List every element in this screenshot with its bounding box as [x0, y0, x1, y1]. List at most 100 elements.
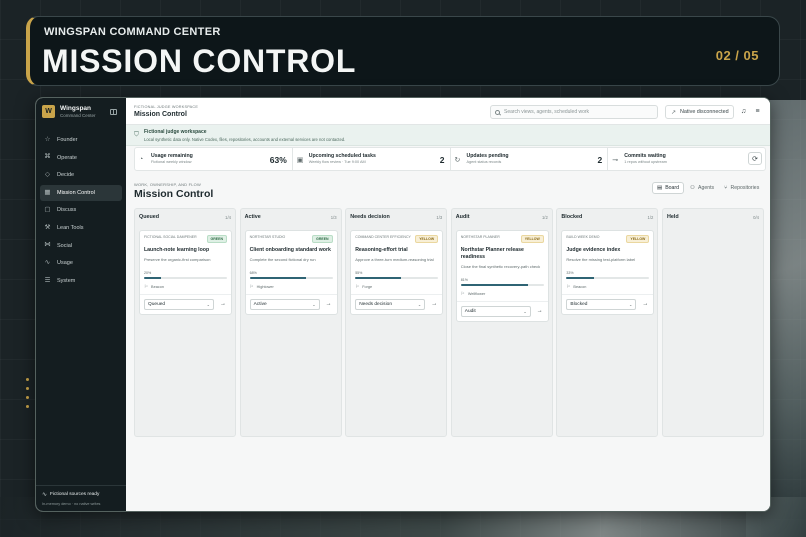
stat-subtitle: Fictional weekly window	[151, 160, 192, 164]
tab-board[interactable]: ▤ Board	[652, 182, 685, 194]
advance-arrow-button[interactable]: →	[220, 301, 226, 307]
stat-subtitle: 1 repos without upstream	[624, 160, 667, 164]
task-card[interactable]: NORTHSTAR STUDIO GREEN Client onboarding s…	[244, 230, 338, 315]
wrench-icon: ⚒	[44, 223, 51, 231]
chevron-down-icon: ⌄	[206, 301, 210, 307]
sources-status: Fictional sources ready	[50, 492, 100, 497]
notice-title: Fictional judge workspace	[144, 129, 207, 135]
bell-icon[interactable]: ♫	[738, 106, 749, 117]
column-count: 1/2	[647, 215, 654, 220]
sidebar-item-label: Operate	[57, 154, 77, 161]
main-panel: FICTIONAL JUDGE WORKSPACE Mission Contro…	[126, 98, 770, 511]
sidebar: W Wingspan Command Center ☆ Founder ⌘ Opera…	[36, 98, 126, 511]
brand-subtitle: Command Center	[60, 113, 96, 118]
status-select[interactable]: Queued ⌄	[144, 298, 214, 310]
card-title: Northstar Planner release readiness	[460, 247, 524, 260]
view-tabs: ▤ Board ⚇ Agents ⑂ Repositories	[650, 182, 763, 194]
progress-bar	[460, 283, 544, 286]
advance-arrow-button[interactable]: →	[431, 301, 437, 307]
brand-name: Wingspan	[60, 105, 91, 112]
column-title: Active	[244, 214, 261, 220]
banner-page-counter: 02 / 05	[715, 48, 759, 63]
status-select-value: Active	[253, 301, 267, 307]
brand[interactable]: W Wingspan Command Center	[42, 105, 96, 118]
banner-title: MISSION CONTROL	[42, 43, 357, 79]
native-connection-button[interactable]: ↗ Native disconnected	[665, 105, 734, 119]
column-count: 0/4	[753, 215, 759, 220]
column-needs-decision: Needs decision 1/3 COMMAND CENTER EFFICIEN…	[345, 208, 448, 437]
column-count: 1/3	[330, 215, 337, 220]
progress-fill	[249, 276, 307, 279]
advance-arrow-button[interactable]: →	[326, 301, 332, 307]
card-agent: ⚐ Hightower	[250, 284, 333, 290]
menu-icon[interactable]: ≡	[752, 106, 763, 117]
sidebar-item-lean-tools[interactable]: ⚒ Lean Tools	[40, 220, 122, 236]
stat-card: ▣ Upcoming scheduled tasks Weekly flow rev…	[293, 148, 451, 170]
task-card[interactable]: FICTIONAL SOCIAL DAMPENER GREEN Launch-not…	[139, 230, 232, 315]
column-count: 1/4	[225, 215, 231, 220]
column-blocked: Blocked 1/2 BUILD WEEK DEMO YELLOW Judge evi…	[556, 208, 659, 437]
advance-arrow-button[interactable]: →	[537, 308, 543, 314]
sidebar-item-founder[interactable]: ☆ Founder	[40, 132, 122, 148]
advance-arrow-button[interactable]: →	[642, 301, 648, 307]
gauge-icon: ◔	[139, 156, 144, 163]
agent-name: Beacon	[151, 284, 164, 289]
tab-icon: ⑂	[724, 185, 728, 191]
column-title: Queued	[139, 214, 160, 220]
pulse-icon: ∿	[42, 492, 48, 498]
progress-bar	[566, 276, 650, 279]
card-title: Reasoning-effort trial	[355, 247, 408, 253]
chevron-down-icon: ⌄	[417, 301, 422, 307]
agent-icon: ⚐	[144, 283, 149, 289]
sidebar-item-decide[interactable]: ◇ Decide	[40, 167, 122, 183]
tab-label: Agents	[697, 185, 715, 191]
sidebar-collapse-icon[interactable]	[110, 109, 117, 115]
chevron-down-icon: ⌄	[629, 301, 633, 307]
status-select[interactable]: Audit ⌄	[460, 305, 531, 317]
refresh-button[interactable]: ⟳	[748, 152, 762, 165]
tab-icon: ▤	[657, 185, 663, 191]
search-box[interactable]	[490, 105, 658, 119]
sidebar-item-system[interactable]: ☰ System	[40, 273, 122, 289]
topbar: FICTIONAL JUDGE WORKSPACE Mission Contro…	[126, 98, 770, 125]
sidebar-item-usage[interactable]: ∿ Usage	[40, 255, 122, 271]
agent-icon: ⚐	[566, 283, 571, 289]
card-progress-label: 55%	[355, 271, 363, 276]
agent-name: Hightower	[256, 284, 274, 289]
chart-icon: ∿	[44, 258, 51, 266]
column-count: 1/3	[436, 215, 443, 220]
card-divider	[456, 300, 548, 302]
search-input[interactable]	[504, 109, 654, 115]
status-select[interactable]: Needs decision ⌄	[355, 298, 426, 310]
stat-subtitle: Agent status records	[466, 160, 502, 164]
task-card[interactable]: BUILD WEEK DEMO YELLOW Judge evidence inde…	[561, 230, 655, 315]
section-title: Mission Control	[134, 188, 214, 200]
card-divider	[562, 293, 654, 295]
shield-icon: ⛉	[134, 131, 139, 138]
sidebar-item-label: Social	[57, 242, 72, 249]
progress-fill	[144, 276, 161, 279]
status-select[interactable]: Blocked ⌄	[566, 298, 637, 310]
column-title: Blocked	[561, 214, 583, 220]
sidebar-item-operate[interactable]: ⌘ Operate	[40, 150, 122, 166]
sidebar-item-social[interactable]: ⋈ Social	[40, 238, 122, 254]
agent-icon: ⚐	[460, 290, 465, 296]
status-select-value: Needs decision	[359, 301, 392, 307]
card-title: Client onboarding standard work	[249, 247, 331, 253]
task-card[interactable]: COMMAND CENTER EFFICIENCY YELLOW Reasoning…	[350, 230, 444, 315]
tab-repositories[interactable]: ⑂ Repositories	[720, 182, 763, 194]
stat-title: Usage remaining	[151, 153, 193, 159]
sidebar-item-mission-control[interactable]: ▦ Mission Control	[40, 184, 122, 201]
column-active: Active 1/3 NORTHSTAR STUDIO GREEN Client onb…	[239, 208, 342, 437]
card-divider	[245, 293, 337, 295]
status-select-value: Queued	[148, 301, 166, 307]
card-description: Resolve the missing test-platform label	[566, 256, 636, 262]
card-agent: ⚐ Beacon	[566, 284, 649, 290]
task-card[interactable]: NORTHSTAR PLANNER YELLOW Northstar Planner…	[455, 230, 549, 322]
status-select[interactable]: Active ⌄	[249, 298, 320, 310]
sidebar-item-label: Founder	[57, 137, 78, 143]
card-divider	[140, 293, 231, 295]
sidebar-item-discuss[interactable]: ▢ Discuss	[40, 202, 122, 218]
tab-agents[interactable]: ⚇ Agents	[686, 182, 718, 194]
card-progress-label: 20%	[144, 271, 152, 276]
